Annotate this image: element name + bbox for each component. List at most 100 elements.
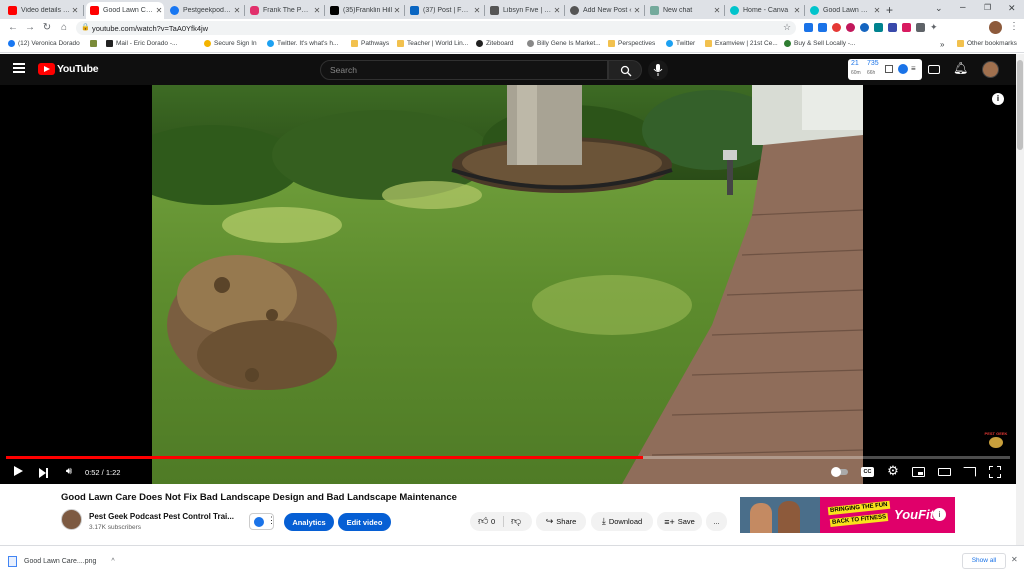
close-icon[interactable]: ✕ xyxy=(472,6,482,15)
video-player[interactable]: i PEST GEEK 🔊︎ 0:52 / 1:22 CC ⚙ xyxy=(0,85,1016,484)
extension-icon[interactable] xyxy=(846,23,855,32)
bookmark-item[interactable]: Secure Sign In xyxy=(204,40,257,47)
share-button[interactable]: ↪ Share xyxy=(536,512,586,531)
tab-tiktok[interactable]: (35)Franklin Hill ✕ xyxy=(326,2,402,19)
close-icon[interactable]: ✕ xyxy=(872,6,882,15)
scrollbar-thumb[interactable] xyxy=(1017,60,1023,150)
theater-mode-icon[interactable] xyxy=(938,468,951,476)
youtube-logo[interactable]: YouTube xyxy=(38,63,99,75)
puzzle-icon[interactable]: ✦ xyxy=(930,23,938,32)
back-arrow-icon[interactable]: ← xyxy=(7,22,19,34)
extension-icon[interactable] xyxy=(874,23,883,32)
tab-canva-home[interactable]: Home - Canva ✕ xyxy=(726,2,802,19)
minimize-button[interactable]: – xyxy=(960,2,966,13)
close-icon[interactable]: ✕ xyxy=(392,6,402,15)
channel-watermark[interactable]: PEST GEEK xyxy=(984,431,1008,453)
ad-info-icon[interactable]: i xyxy=(933,508,946,521)
account-avatar[interactable] xyxy=(982,61,999,78)
close-icon[interactable]: ✕ xyxy=(154,6,164,15)
extension-icon[interactable] xyxy=(804,23,813,32)
tab-canva-design[interactable]: Good Lawn Care ✕ xyxy=(806,2,882,19)
tab-pestgeek[interactable]: Pestgeekpodcast ✕ xyxy=(166,2,242,19)
download-button[interactable]: ⤓ Download xyxy=(591,512,653,531)
autoplay-toggle[interactable] xyxy=(831,467,848,477)
tab-search-icon[interactable]: ⌄ xyxy=(935,3,943,14)
video-frame[interactable] xyxy=(152,85,863,484)
page-scrollbar[interactable] xyxy=(1016,54,1024,560)
tab-add-new-post[interactable]: Add New Post ‹ ✕ xyxy=(566,2,642,19)
bookmark-item[interactable]: Twitter xyxy=(666,40,695,47)
close-icon[interactable]: ✕ xyxy=(70,6,80,15)
ad-banner[interactable]: BRINGING THE FUN BACK TO FITNESS YouFit … xyxy=(740,497,955,533)
address-bar[interactable]: 🔒 youtube.com/watch?v=TaA0Yfk4jw xyxy=(76,21,796,35)
channel-name[interactable]: Pest Geek Podcast Pest Control Trai... xyxy=(89,512,234,521)
extension-stats-widget[interactable]: 21 60m 735 66h ≡ xyxy=(848,59,922,80)
bookmark-item[interactable]: (12) Veronica Dorado xyxy=(8,40,80,47)
forward-arrow-icon[interactable]: → xyxy=(24,22,36,34)
search-input[interactable]: Search xyxy=(320,60,608,80)
captions-icon[interactable]: CC xyxy=(861,467,874,477)
extension-icon[interactable] xyxy=(916,23,925,32)
create-video-icon[interactable] xyxy=(928,65,940,74)
chevron-up-icon[interactable]: ^ xyxy=(111,558,114,565)
close-icon[interactable]: ✕ xyxy=(312,6,322,15)
close-icon[interactable]: ✕ xyxy=(792,6,802,15)
chrome-menu-icon[interactable]: ⋮ xyxy=(1009,21,1019,32)
home-icon[interactable]: ⌂ xyxy=(58,22,70,34)
reload-icon[interactable]: ↻ xyxy=(41,22,53,34)
settings-gear-icon[interactable]: ⚙ xyxy=(886,464,900,478)
tab-video-details[interactable]: Video details - YouTube Studio ✕ xyxy=(4,2,80,19)
new-tab-button[interactable]: + xyxy=(886,3,893,17)
play-button[interactable] xyxy=(12,465,24,479)
info-icon[interactable]: i xyxy=(992,93,1004,105)
channel-avatar[interactable] xyxy=(61,509,82,530)
maximize-button[interactable]: ❐ xyxy=(984,3,991,12)
fullscreen-icon[interactable] xyxy=(989,466,1001,478)
next-button[interactable] xyxy=(37,465,49,479)
bookmark-item[interactable]: Billy Gene Is Market... xyxy=(527,40,601,47)
tab-frank[interactable]: Frank The Pest Guy ✕ xyxy=(246,2,322,19)
miniplayer-icon[interactable] xyxy=(912,467,925,477)
hamburger-menu-icon[interactable] xyxy=(13,63,25,73)
creator-studio-button[interactable]: ⋮ xyxy=(249,513,276,530)
progress-bar[interactable] xyxy=(6,456,1010,459)
download-item[interactable]: Good Lawn Care....png ^ xyxy=(8,551,126,571)
bookmark-item[interactable]: Examview | 21st Ce... xyxy=(705,40,778,47)
tab-good-lawn-care[interactable]: Good Lawn Care Does Not Fix Bad ✕ xyxy=(86,2,164,19)
microphone-button[interactable] xyxy=(648,60,668,80)
close-icon[interactable]: ✕ xyxy=(712,6,722,15)
extension-icon[interactable] xyxy=(832,23,841,32)
profile-avatar[interactable] xyxy=(989,21,1002,34)
save-button[interactable]: ≡+ Save xyxy=(657,512,702,531)
extension-icon[interactable] xyxy=(818,23,827,32)
close-window-button[interactable]: ✕ xyxy=(1008,3,1016,14)
close-icon[interactable]: ✕ xyxy=(632,6,642,15)
tab-linkedin[interactable]: (37) Post | Feed ✕ xyxy=(406,2,482,19)
show-all-button[interactable]: Show all xyxy=(962,553,1006,569)
thumbs-down-icon[interactable]: 👎︎ xyxy=(511,515,521,527)
bookmarks-overflow-icon[interactable]: » xyxy=(940,40,944,49)
search-button[interactable] xyxy=(608,60,642,80)
more-actions-button[interactable]: ... xyxy=(706,512,727,531)
tab-libsyn[interactable]: Libsyn Five | Ep ✕ xyxy=(486,2,562,19)
bookmark-item[interactable] xyxy=(90,40,100,47)
volume-button[interactable]: 🔊︎ xyxy=(62,465,76,479)
bookmark-item[interactable]: Teacher | World Lin... xyxy=(397,40,468,47)
tab-new-chat[interactable]: New chat ✕ xyxy=(646,2,722,19)
bookmark-item[interactable]: Pathways xyxy=(351,40,389,47)
bookmark-item[interactable]: Twitter. It's what's h... xyxy=(267,40,338,47)
cast-icon[interactable] xyxy=(963,467,976,477)
bookmark-item[interactable]: Buy & Sell Locally -... xyxy=(784,40,855,47)
analytics-button[interactable]: Analytics xyxy=(284,513,334,531)
close-shelf-icon[interactable]: ✕ xyxy=(1011,555,1018,564)
bookmark-star-icon[interactable]: ☆ xyxy=(783,22,791,33)
close-icon[interactable]: ✕ xyxy=(552,6,562,15)
bookmark-item[interactable]: Mail - Eric Dorado -... xyxy=(106,40,177,47)
other-bookmarks[interactable]: Other bookmarks xyxy=(957,40,1017,47)
extension-icon[interactable] xyxy=(888,23,897,32)
thumbs-up-icon[interactable]: 👍︎ xyxy=(478,515,488,527)
bookmark-item[interactable]: Perspectives xyxy=(608,40,655,47)
bookmark-item[interactable]: Ziteboard xyxy=(476,40,513,47)
extension-icon[interactable] xyxy=(902,23,911,32)
close-icon[interactable]: ✕ xyxy=(232,6,242,15)
